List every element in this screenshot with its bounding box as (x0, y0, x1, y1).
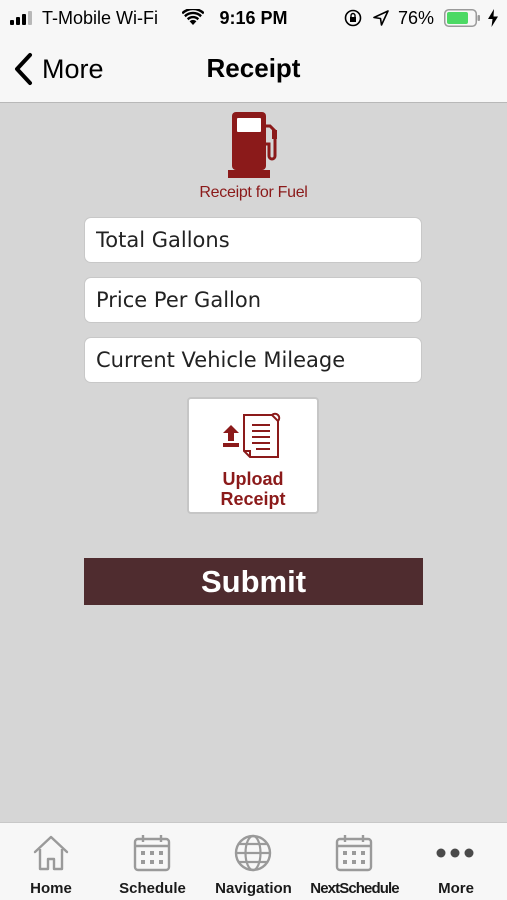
tab-next-schedule-label: NextSchedule (310, 880, 399, 897)
upload-receipt-button[interactable]: Upload Receipt (187, 397, 319, 514)
tab-more-label: More (438, 880, 474, 897)
home-icon (33, 835, 69, 871)
battery-percent: 76% (398, 8, 435, 28)
tab-next-schedule[interactable]: NextSchedule (304, 823, 405, 900)
tab-navigation-label: Navigation (215, 880, 292, 897)
tab-navigation[interactable]: Navigation (203, 823, 304, 900)
upload-document-icon (223, 412, 281, 458)
location-arrow-icon (373, 10, 389, 26)
upload-receipt-label: Upload Receipt (220, 469, 286, 509)
orientation-lock-icon (344, 9, 362, 27)
price-per-gallon-input[interactable] (84, 277, 422, 323)
calendar-icon (335, 835, 373, 872)
tab-more[interactable]: More (405, 823, 507, 900)
globe-icon (234, 834, 272, 872)
tab-schedule[interactable]: Schedule (102, 823, 203, 900)
tab-home-label: Home (30, 880, 72, 897)
fuel-receipt-caption: Receipt for Fuel (199, 184, 308, 201)
nav-bar: More Receipt (0, 36, 507, 103)
page-title: Receipt (206, 53, 301, 83)
vehicle-mileage-input[interactable] (84, 337, 422, 383)
charging-bolt-icon (488, 9, 498, 27)
total-gallons-input[interactable] (84, 217, 422, 263)
fuel-pump-icon (228, 112, 277, 178)
tab-home[interactable]: Home (0, 823, 102, 900)
status-bar: T-Mobile Wi-Fi 9:16 PM 76% (0, 0, 507, 36)
battery-icon (444, 9, 480, 27)
calendar-icon (133, 835, 171, 872)
more-dots-icon (436, 848, 474, 858)
tab-bar: Home Schedule Navigation NextSchedule Mo… (0, 822, 507, 900)
tab-schedule-label: Schedule (119, 880, 186, 897)
submit-button[interactable]: Submit (84, 558, 423, 605)
